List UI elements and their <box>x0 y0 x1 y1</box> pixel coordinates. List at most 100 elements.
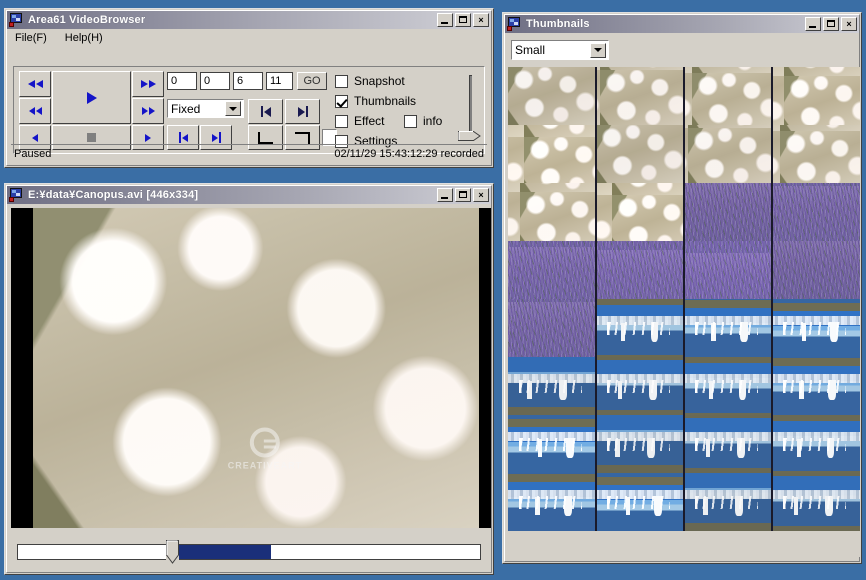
thumbnail-cell[interactable] <box>684 241 772 299</box>
thumbnail-image <box>772 183 860 241</box>
thumbnail-grid[interactable] <box>508 67 860 557</box>
thumbnails-checkbox[interactable] <box>335 94 348 108</box>
thumbnail-cell[interactable] <box>684 125 772 183</box>
thumbnail-cell[interactable] <box>684 183 772 241</box>
video-window-controls[interactable]: × <box>437 188 489 202</box>
thumbnail-cell[interactable] <box>772 241 860 299</box>
thumbnail-cell[interactable] <box>508 357 596 415</box>
thumbnail-image <box>772 67 860 125</box>
main-window-titlebar[interactable]: Area61 VideoBrowser × <box>7 11 491 29</box>
thumbnail-cell[interactable] <box>508 183 596 241</box>
minimize-button[interactable] <box>437 13 453 27</box>
option-snapshot[interactable]: Snapshot <box>335 71 440 91</box>
option-info[interactable]: info <box>404 111 442 131</box>
volume-slider[interactable] <box>455 73 485 153</box>
timecode-field-hours[interactable]: 0 <box>167 72 197 90</box>
thumbnail-image <box>596 241 684 299</box>
thumbnail-cell[interactable] <box>596 473 684 531</box>
thumbnail-image <box>772 415 860 473</box>
bridge-tower <box>830 322 838 342</box>
info-label: info <box>423 114 443 128</box>
thumbnail-cell[interactable] <box>684 415 772 473</box>
thumbnail-cell[interactable] <box>772 125 860 183</box>
main-window[interactable]: Area61 VideoBrowser × File(F) Help(H) 0 … <box>4 8 494 168</box>
timecode-field-seconds[interactable]: 6 <box>233 72 263 90</box>
thumbnail-cell[interactable] <box>772 415 860 473</box>
chevron-down-icon[interactable] <box>225 101 241 116</box>
thumbnail-cell[interactable] <box>596 67 684 125</box>
thumbnail-cell[interactable] <box>684 357 772 415</box>
thumbnails-window[interactable]: Thumbnails × Small <box>502 12 862 564</box>
thumbnail-cell[interactable] <box>508 415 596 473</box>
snapshot-checkbox[interactable] <box>335 74 348 88</box>
timecode-field-frames[interactable]: 11 <box>266 72 293 90</box>
grid-column-separator <box>771 67 773 531</box>
video-window-titlebar[interactable]: E:¥data¥Canopus.avi [446x334] × <box>7 186 491 204</box>
video-display[interactable]: CREATIVEART <box>11 208 491 528</box>
thumbnails-window-controls[interactable]: × <box>805 17 857 31</box>
go-button[interactable]: GO <box>297 72 327 90</box>
thumbnail-cell[interactable] <box>508 125 596 183</box>
thumbnail-image <box>508 357 596 415</box>
thumbnail-cell[interactable] <box>772 357 860 415</box>
thumbnail-cell[interactable] <box>684 473 772 531</box>
video-window[interactable]: E:¥data¥Canopus.avi [446x334] × CREATIVE… <box>4 183 494 575</box>
bridge-tower <box>535 497 540 515</box>
bridge-tower <box>647 438 655 458</box>
close-button[interactable]: × <box>473 188 489 202</box>
thumbnail-cell[interactable] <box>596 125 684 183</box>
goto-end-button[interactable] <box>285 99 320 124</box>
rewind-button[interactable] <box>19 98 51 124</box>
info-checkbox[interactable] <box>404 114 417 128</box>
thumbnail-cell[interactable] <box>508 67 596 125</box>
bridge-tower <box>706 439 711 457</box>
maximize-button[interactable] <box>823 17 839 31</box>
bridge-tower <box>708 381 714 399</box>
app-icon <box>9 13 24 27</box>
thumbnail-cell[interactable] <box>772 473 860 531</box>
thumbnail-cell[interactable] <box>772 67 860 125</box>
option-thumbnails[interactable]: Thumbnails <box>335 91 440 111</box>
thumbnail-cell[interactable] <box>596 357 684 415</box>
thumbnail-cell[interactable] <box>508 241 596 299</box>
maximize-button[interactable] <box>455 13 471 27</box>
thumbnail-image <box>684 357 772 415</box>
mode-select[interactable]: Fixed <box>167 99 244 118</box>
chevron-down-icon[interactable] <box>590 42 606 58</box>
rewind-fast-button[interactable] <box>19 71 51 97</box>
thumbnail-cell[interactable] <box>508 473 596 531</box>
thumbnail-image <box>684 67 772 125</box>
goto-start-button[interactable] <box>248 99 283 124</box>
minimize-button[interactable] <box>805 17 821 31</box>
video-frame: CREATIVEART <box>33 208 479 528</box>
main-menubar[interactable]: File(F) Help(H) <box>7 29 491 46</box>
minimize-button[interactable] <box>437 188 453 202</box>
thumbnail-size-select[interactable]: Small <box>511 40 609 60</box>
forward-button[interactable] <box>132 98 164 124</box>
close-button[interactable]: × <box>841 17 857 31</box>
forward-fast-button[interactable] <box>132 71 164 97</box>
volume-slider-thumb[interactable] <box>458 128 482 144</box>
thumbnail-cell[interactable] <box>596 183 684 241</box>
thumbnail-cell[interactable] <box>508 299 596 357</box>
seek-thumb[interactable] <box>166 540 180 564</box>
main-window-controls[interactable]: × <box>437 13 489 27</box>
menu-item-file[interactable]: File(F) <box>13 31 49 45</box>
thumbnails-titlebar[interactable]: Thumbnails × <box>505 15 859 33</box>
thumbnail-cell[interactable] <box>772 299 860 357</box>
mode-select-value: Fixed <box>171 101 201 116</box>
thumbnail-cell[interactable] <box>596 241 684 299</box>
thumbnail-cell[interactable] <box>596 299 684 357</box>
thumbnail-cell[interactable] <box>596 415 684 473</box>
timecode-field-minutes[interactable]: 0 <box>200 72 230 90</box>
thumbnail-cell[interactable] <box>684 299 772 357</box>
effect-checkbox[interactable] <box>335 114 348 128</box>
seek-trackbar[interactable] <box>11 540 487 566</box>
thumbnail-cell[interactable] <box>684 67 772 125</box>
menu-item-help[interactable]: Help(H) <box>63 31 105 45</box>
play-button[interactable] <box>52 71 131 124</box>
close-button[interactable]: × <box>473 13 489 27</box>
maximize-button[interactable] <box>455 188 471 202</box>
thumbnail-image <box>508 125 596 183</box>
thumbnail-cell[interactable] <box>772 183 860 241</box>
